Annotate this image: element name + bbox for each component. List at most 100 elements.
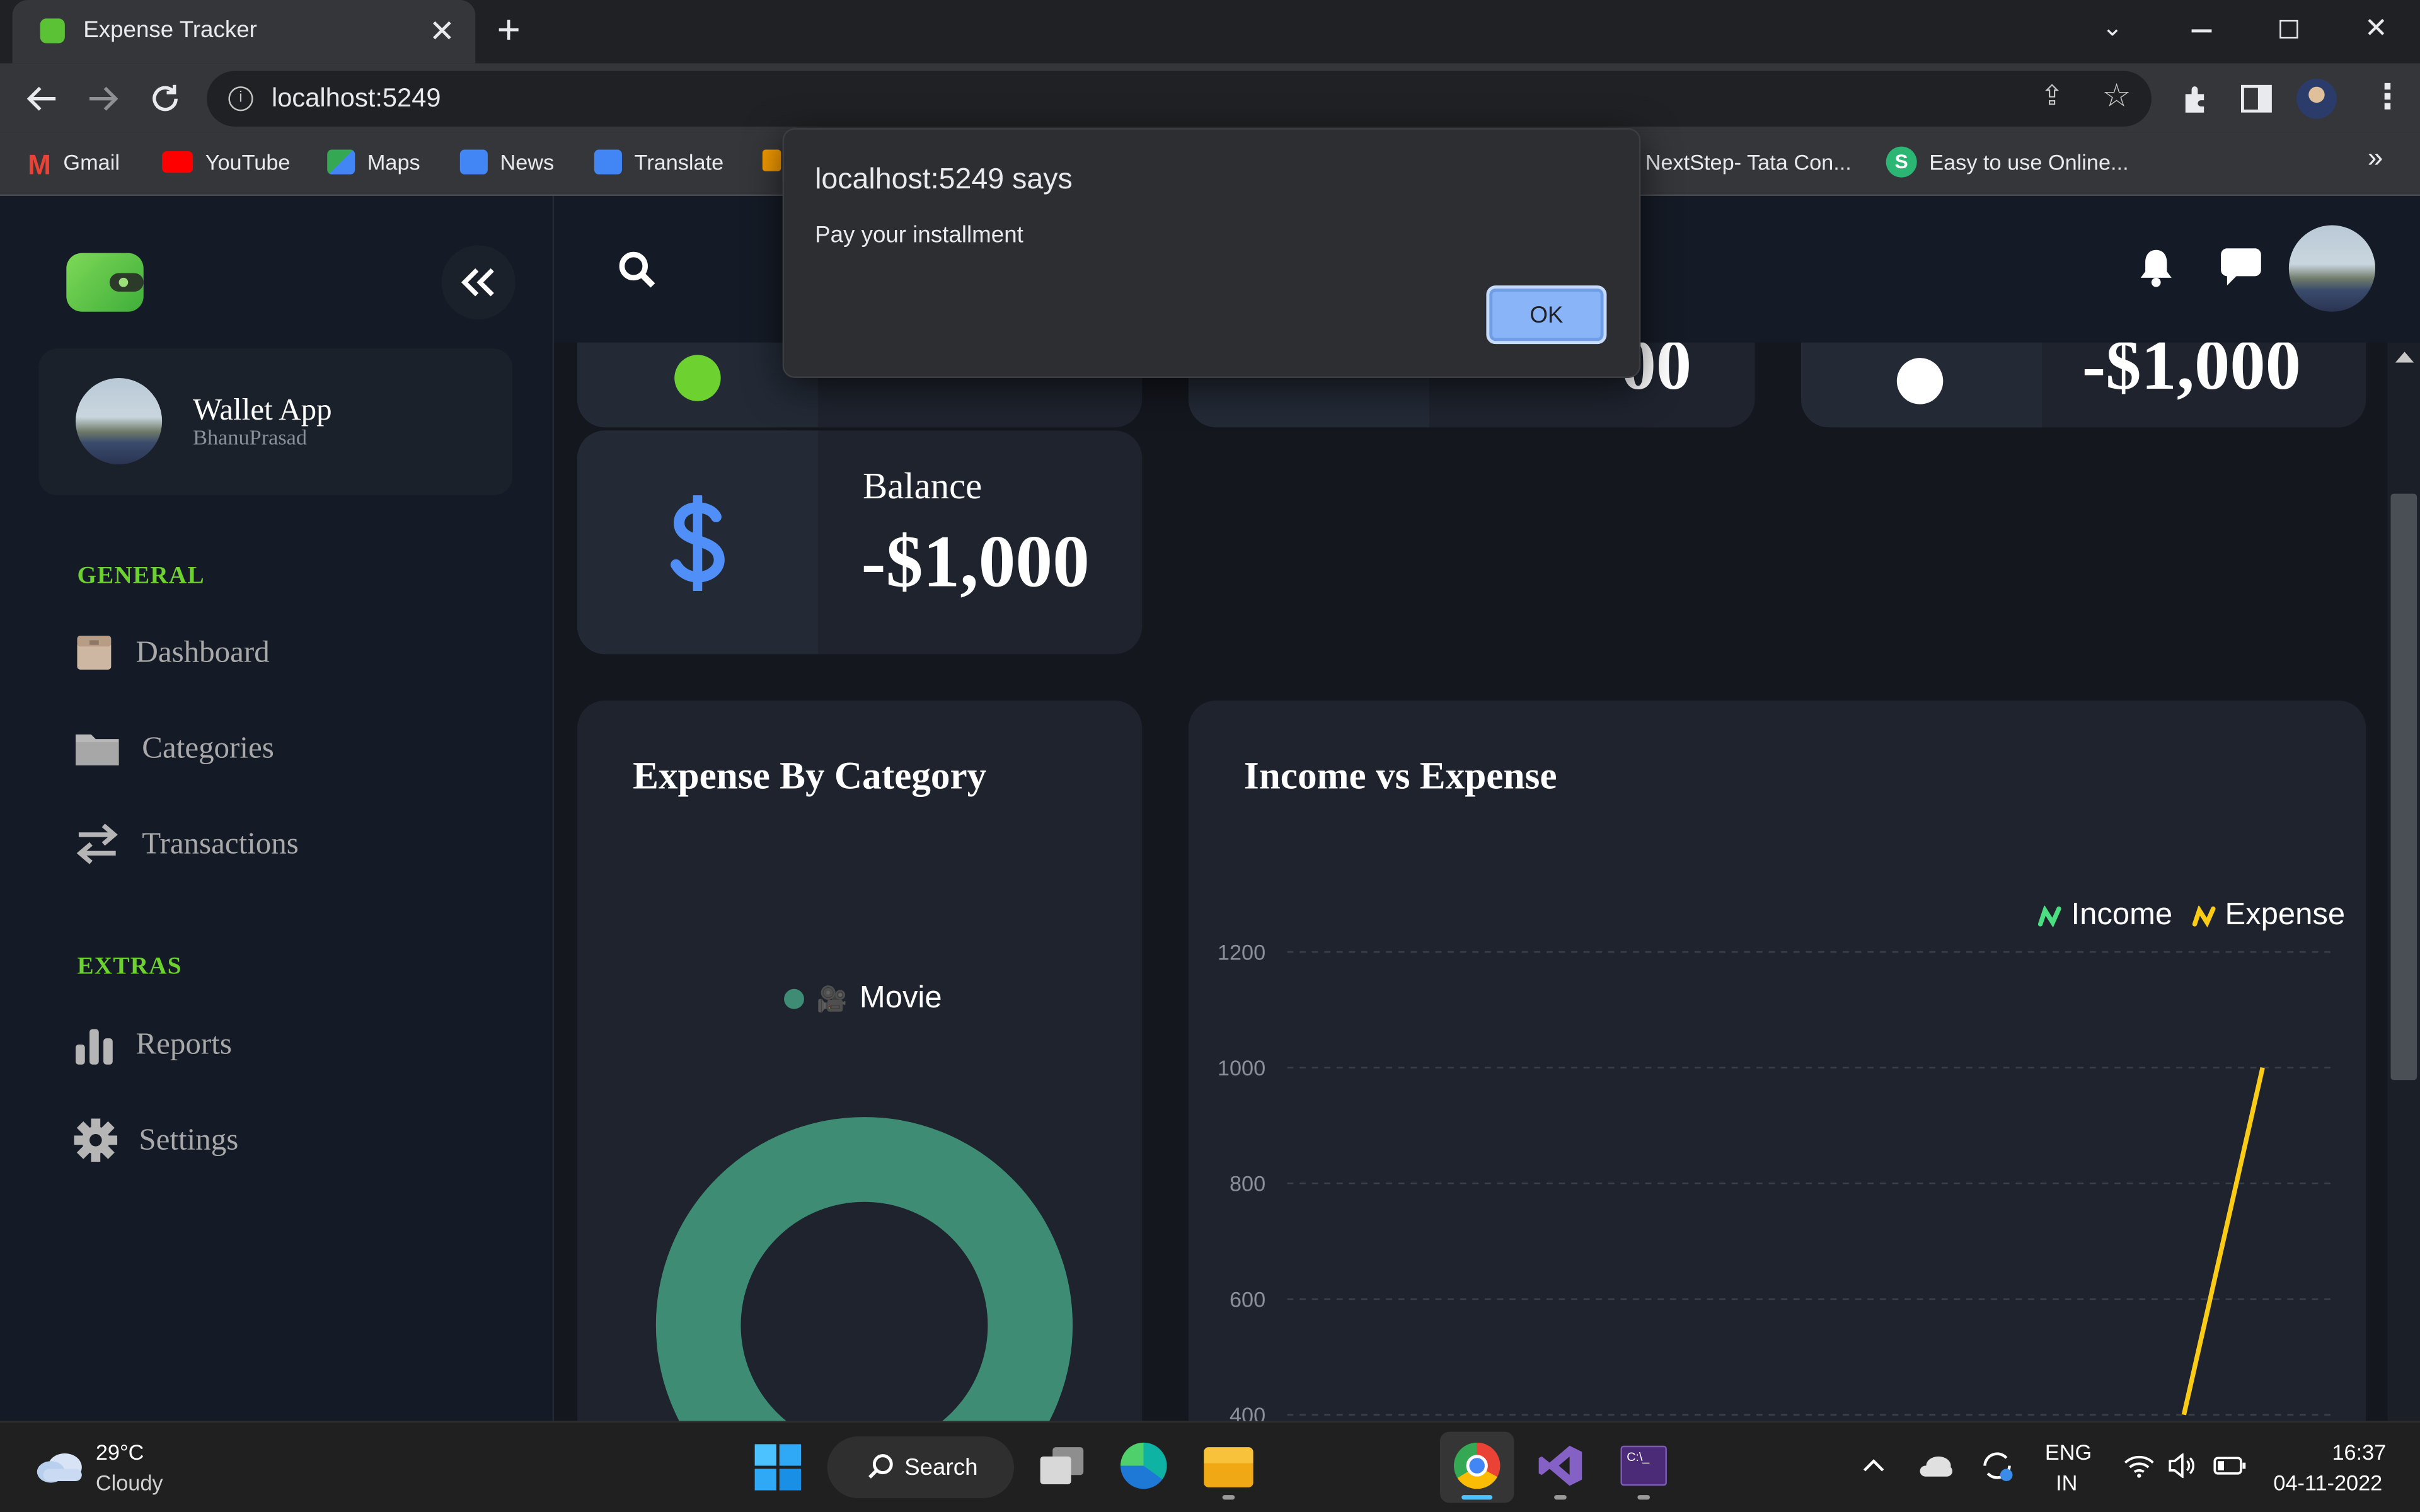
battery-icon[interactable] bbox=[2213, 1455, 2247, 1476]
bookmark-youtube[interactable]: YouTube bbox=[162, 147, 290, 178]
y-tick-label: 1200 bbox=[1218, 941, 1265, 965]
balance-label: Balance bbox=[862, 467, 982, 508]
bookmark-news[interactable]: News bbox=[459, 147, 554, 178]
back-icon[interactable] bbox=[25, 83, 59, 114]
restore-icon[interactable] bbox=[2279, 20, 2298, 39]
weather-condition[interactable]: Cloudy bbox=[96, 1470, 163, 1495]
series-line-expense[interactable] bbox=[2181, 1067, 2265, 1416]
cloud-weather-icon[interactable] bbox=[34, 1447, 86, 1484]
terminal-running-indicator bbox=[1637, 1495, 1650, 1500]
maps-icon bbox=[327, 149, 355, 175]
explorer-running-indicator bbox=[1222, 1495, 1235, 1500]
translate-icon bbox=[594, 149, 622, 175]
scroll-up-arrow-icon[interactable] bbox=[2395, 352, 2414, 363]
pie-legend[interactable]: 🎥 Movie bbox=[784, 982, 942, 1017]
language-indicator-bottom[interactable]: IN bbox=[2056, 1470, 2077, 1495]
bar-chart-icon bbox=[76, 1029, 113, 1065]
sync-icon[interactable] bbox=[1979, 1447, 2016, 1484]
browser-tab[interactable]: Expense Tracker ✕ bbox=[12, 0, 476, 64]
onedrive-icon[interactable] bbox=[1917, 1453, 1954, 1478]
minimize-icon[interactable] bbox=[2191, 29, 2212, 32]
volume-icon[interactable] bbox=[2167, 1453, 2198, 1479]
taskbar-search-box[interactable]: Search bbox=[827, 1436, 1014, 1498]
legend-dot bbox=[784, 988, 804, 1009]
sidebar: Wallet App BhanuPrasad GENERAL Dashboard… bbox=[0, 196, 555, 1423]
balance-card: Balance -$1,000 bbox=[577, 430, 1143, 655]
visual-studio-icon[interactable] bbox=[1537, 1443, 1583, 1489]
edge-icon[interactable] bbox=[1120, 1442, 1167, 1489]
bookmark-maps[interactable]: Maps bbox=[327, 147, 420, 178]
legend-label: Movie bbox=[859, 981, 942, 1016]
show-hidden-icons-chevron-icon[interactable] bbox=[1861, 1457, 1886, 1475]
close-window-icon[interactable]: ✕ bbox=[2365, 13, 2388, 45]
sidebar-item-reports[interactable]: Reports bbox=[74, 1021, 232, 1067]
clock-time[interactable]: 16:37 bbox=[2332, 1440, 2386, 1464]
section-extras: EXTRAS bbox=[77, 953, 182, 980]
task-view-icon[interactable] bbox=[1040, 1447, 1084, 1484]
section-general: GENERAL bbox=[77, 563, 205, 590]
scrollbar-thumb[interactable] bbox=[2390, 493, 2417, 1080]
tab-title: Expense Tracker bbox=[83, 16, 257, 43]
sidebar-item-categories[interactable]: Categories bbox=[74, 725, 274, 771]
reload-icon[interactable] bbox=[148, 82, 182, 116]
chrome-menu-icon[interactable]: ⋮ bbox=[2371, 77, 2405, 117]
dollar-icon bbox=[671, 495, 725, 591]
double-chevron-left-icon bbox=[461, 268, 494, 297]
chrome-icon[interactable] bbox=[1453, 1442, 1501, 1489]
vs-running-indicator bbox=[1554, 1495, 1567, 1500]
wallet-logo-icon bbox=[66, 253, 144, 312]
sidebar-item-dashboard[interactable]: Dashboard bbox=[74, 629, 270, 675]
terminal-icon[interactable]: C:\_ bbox=[1620, 1445, 1667, 1486]
chat-icon[interactable] bbox=[2220, 247, 2263, 287]
profile-avatar[interactable] bbox=[2296, 78, 2337, 119]
chrome-active-indicator bbox=[1461, 1495, 1493, 1500]
forward-icon[interactable] bbox=[86, 83, 120, 114]
site-info-icon[interactable]: i bbox=[228, 86, 253, 112]
file-explorer-icon[interactable] bbox=[1204, 1447, 1253, 1487]
extensions-icon[interactable] bbox=[2179, 83, 2213, 117]
new-tab-icon[interactable]: + bbox=[497, 6, 521, 54]
more-bookmarks-icon[interactable]: » bbox=[2368, 142, 2383, 174]
close-tab-icon[interactable]: ✕ bbox=[429, 13, 455, 51]
wifi-icon[interactable] bbox=[2124, 1453, 2155, 1478]
language-indicator-top[interactable]: ENG bbox=[2045, 1440, 2092, 1464]
search-icon[interactable] bbox=[618, 250, 658, 290]
profile-card: Wallet App BhanuPrasad bbox=[38, 348, 513, 496]
s-logo-icon: S bbox=[1886, 146, 1917, 178]
bookmark-nextstep[interactable]: NextStep- Tata Con... bbox=[1645, 147, 1852, 178]
collapse-sidebar-button[interactable] bbox=[441, 245, 516, 319]
windows-start-icon[interactable] bbox=[754, 1444, 802, 1491]
clock-date[interactable]: 04-11-2022 bbox=[2273, 1470, 2382, 1495]
line-chart[interactable]: 1200 1000 800 600 400 bbox=[1189, 701, 2366, 1423]
search-small-icon bbox=[868, 1454, 893, 1479]
sidebar-item-settings[interactable]: Settings bbox=[74, 1117, 238, 1163]
news-icon bbox=[459, 149, 488, 175]
donut-chart[interactable] bbox=[577, 1071, 1142, 1423]
box-icon bbox=[77, 635, 112, 670]
weather-temperature[interactable]: 29°C bbox=[96, 1440, 144, 1464]
sidebar-item-transactions[interactable]: Transactions bbox=[74, 821, 299, 867]
bookmark-partial-icon[interactable] bbox=[762, 149, 781, 171]
folder-icon bbox=[76, 734, 119, 765]
share-icon[interactable]: ⇪ bbox=[2041, 80, 2064, 112]
y-tick-label: 800 bbox=[1230, 1172, 1265, 1196]
bookmark-translate[interactable]: Translate bbox=[594, 147, 723, 178]
bookmark-star-icon[interactable]: ☆ bbox=[2102, 77, 2131, 115]
plus-icon bbox=[674, 355, 721, 401]
y-tick-label: 400 bbox=[1230, 1404, 1265, 1423]
bookmark-easy-to-use[interactable]: S Easy to use Online... bbox=[1886, 146, 2129, 178]
y-tick-label: 1000 bbox=[1218, 1057, 1265, 1080]
gear-icon bbox=[74, 1118, 118, 1162]
taskbar-search-label: Search bbox=[904, 1454, 978, 1480]
notification-bell-icon[interactable] bbox=[2138, 247, 2175, 287]
header-avatar[interactable] bbox=[2288, 225, 2376, 312]
address-bar[interactable]: i localhost:5249 ⇪ ☆ bbox=[207, 71, 2152, 127]
ok-button[interactable]: OK bbox=[1486, 285, 1607, 345]
tab-search-chevron-icon[interactable]: ⌄ bbox=[2102, 13, 2123, 43]
side-panel-icon[interactable] bbox=[2240, 84, 2272, 113]
pie-slice-movie[interactable] bbox=[655, 1117, 1073, 1423]
dialog-message: Pay your installment bbox=[815, 222, 1023, 249]
bookmark-gmail[interactable]: M Gmail bbox=[28, 147, 120, 181]
expense-chart-title: Expense By Category bbox=[633, 756, 987, 798]
exchange-icon bbox=[76, 823, 118, 864]
